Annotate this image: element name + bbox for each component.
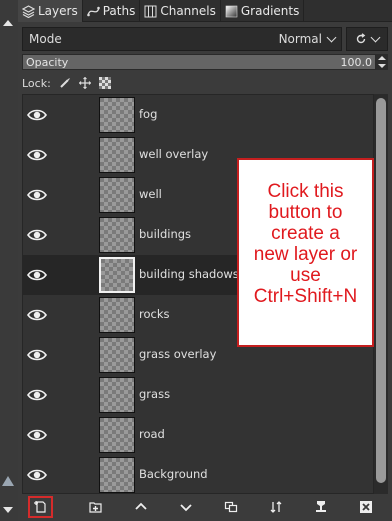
- lower-layer-button[interactable]: [163, 496, 208, 518]
- layer-name[interactable]: buildings: [139, 227, 191, 241]
- eye-icon[interactable]: [27, 388, 47, 402]
- callout-line: Ctrl+Shift+N: [253, 286, 358, 307]
- layer-thumbnail[interactable]: [99, 217, 135, 253]
- raise-layer-button[interactable]: [118, 496, 163, 518]
- layer-row[interactable]: grass: [23, 375, 373, 415]
- opacity-slider[interactable]: Opacity 100.0: [22, 54, 376, 70]
- chevron-down-icon: [326, 32, 337, 42]
- lock-pixels-icon[interactable]: [59, 77, 71, 89]
- duplicate-layer-button[interactable]: [208, 496, 253, 518]
- new-layer-group-button[interactable]: [73, 496, 118, 518]
- layer-row[interactable]: fog: [23, 95, 373, 135]
- layer-row[interactable]: Background: [23, 455, 373, 493]
- tab-paths-label: Paths: [102, 4, 136, 18]
- eye-icon[interactable]: [27, 148, 47, 162]
- delete-icon: [359, 501, 372, 513]
- mode-value: Normal: [278, 32, 322, 46]
- merge-icon: [270, 501, 282, 513]
- layer-name[interactable]: grass overlay: [139, 347, 216, 361]
- tab-layers-label: Layers: [38, 4, 78, 18]
- eye-icon[interactable]: [27, 268, 47, 282]
- layer-thumbnail[interactable]: [99, 417, 135, 453]
- dock-tabs: Layers Paths Channels Gradients: [18, 0, 392, 22]
- tab-channels-label: Channels: [160, 4, 216, 18]
- scroll-up-arrow-icon[interactable]: [3, 20, 13, 26]
- eye-icon[interactable]: [27, 108, 47, 122]
- dock-left-strip: [0, 0, 18, 521]
- layer-thumbnail[interactable]: [99, 377, 135, 413]
- arrow-up-icon: [135, 502, 147, 510]
- lock-alpha-icon[interactable]: [98, 77, 111, 89]
- tab-gradients-label: Gradients: [240, 4, 300, 18]
- channels-icon: [144, 5, 157, 17]
- mode-row: Mode Normal: [22, 27, 388, 51]
- opacity-label: Opacity: [26, 55, 69, 69]
- opacity-value: 100.0: [340, 55, 373, 69]
- new-layer-button[interactable]: [28, 496, 54, 518]
- layer-name[interactable]: fog: [139, 107, 157, 121]
- tab-gradients[interactable]: Gradients: [221, 0, 305, 22]
- scrollbar-thumb[interactable]: [376, 98, 386, 483]
- callout-line: Click this: [267, 181, 344, 202]
- eye-icon[interactable]: [27, 348, 47, 362]
- paths-icon: [86, 6, 100, 16]
- layer-name[interactable]: grass: [139, 387, 170, 401]
- mode-label: Mode: [29, 32, 62, 46]
- layer-name[interactable]: building shadows: [139, 267, 239, 281]
- new-group-icon: [89, 502, 102, 513]
- eye-icon[interactable]: [27, 428, 47, 442]
- layer-name[interactable]: well: [139, 187, 162, 201]
- layers-toolbar: [22, 495, 388, 519]
- layer-thumbnail[interactable]: [99, 137, 135, 173]
- callout-line: create a: [271, 223, 340, 244]
- mode-select[interactable]: Mode Normal: [22, 27, 342, 51]
- lock-position-icon[interactable]: [78, 77, 91, 89]
- chevron-down-icon: [370, 32, 381, 42]
- anchor-layer-button[interactable]: [298, 496, 343, 518]
- opacity-stepper[interactable]: [376, 54, 388, 70]
- composite-mode-button[interactable]: [346, 27, 388, 51]
- lock-row: Lock:: [22, 74, 111, 92]
- layer-thumbnail[interactable]: [99, 177, 135, 213]
- reset-mode-icon: [356, 33, 366, 44]
- layer-name[interactable]: well overlay: [139, 147, 208, 161]
- callout-line: new layer or: [253, 244, 358, 265]
- layer-thumbnail[interactable]: [99, 97, 135, 133]
- tab-layers[interactable]: Layers: [18, 0, 83, 22]
- layer-thumbnail[interactable]: [99, 257, 135, 293]
- new-layer-icon: [33, 501, 46, 513]
- eye-icon[interactable]: [27, 228, 47, 242]
- arrow-down-icon: [180, 504, 192, 512]
- annotation-callout: Click this button to create a new layer …: [237, 158, 374, 347]
- dock-arrow-icon[interactable]: [2, 476, 14, 486]
- lock-label: Lock:: [22, 76, 51, 90]
- layer-thumbnail[interactable]: [99, 297, 135, 333]
- layer-thumbnail[interactable]: [99, 337, 135, 373]
- layer-thumbnail[interactable]: [99, 457, 135, 493]
- eye-icon[interactable]: [27, 308, 47, 322]
- gradients-icon: [225, 5, 238, 17]
- callout-line: use: [290, 265, 321, 286]
- tab-channels[interactable]: Channels: [140, 0, 221, 22]
- delete-layer-button[interactable]: [343, 496, 388, 518]
- layers-icon: [22, 4, 35, 18]
- layer-name[interactable]: Background: [139, 467, 208, 481]
- merge-layer-button[interactable]: [253, 496, 298, 518]
- tab-paths[interactable]: Paths: [83, 0, 141, 22]
- callout-line: button to: [268, 202, 343, 223]
- eye-icon[interactable]: [27, 188, 47, 202]
- layer-name[interactable]: road: [139, 427, 165, 441]
- eye-icon[interactable]: [27, 468, 47, 482]
- layers-scrollbar[interactable]: [374, 94, 388, 494]
- scroll-down-arrow-icon[interactable]: [3, 507, 13, 513]
- anchor-icon: [315, 501, 326, 512]
- layer-row[interactable]: road: [23, 415, 373, 455]
- opacity-row: Opacity 100.0: [22, 54, 388, 70]
- layer-name[interactable]: rocks: [139, 307, 170, 321]
- duplicate-icon: [224, 501, 237, 513]
